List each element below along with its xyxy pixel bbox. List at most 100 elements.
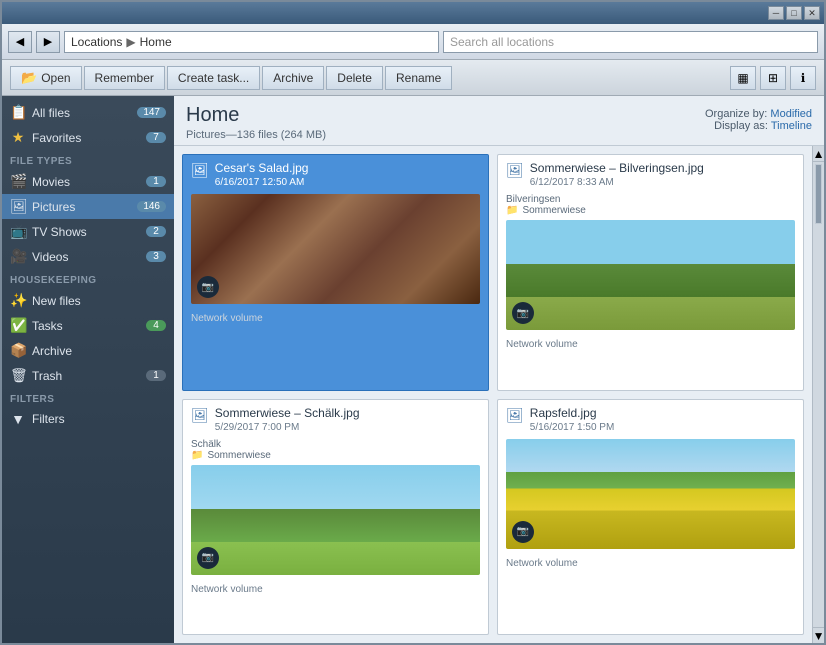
file-preview-4: 📷 <box>506 439 795 549</box>
sidebar-item-pictures[interactable]: 🖼 Pictures 146 <box>2 194 174 219</box>
file-name-4: Rapsfeld.jpg <box>530 406 615 420</box>
file-date-3: 5/29/2017 7:00 PM <box>215 422 360 433</box>
breadcrumb-home[interactable]: Home <box>140 35 172 49</box>
breadcrumb-separator: ▶ <box>126 35 135 49</box>
delete-button[interactable]: Delete <box>326 66 383 90</box>
pictures-badge: 146 <box>137 201 166 212</box>
close-button[interactable]: ✕ <box>804 6 820 20</box>
file-image-3 <box>191 465 480 575</box>
forward-button[interactable]: ▶ <box>36 31 60 53</box>
open-icon: 📂 <box>21 70 37 86</box>
file-sub-location-2a: Bilveringsen <box>506 194 795 205</box>
filters-label: Filters <box>32 412 65 426</box>
file-card-bilveringsen[interactable]: 🖼 Sommerwiese – Bilveringsen.jpg 6/12/20… <box>497 154 804 391</box>
file-name-1: Cesar's Salad.jpg <box>215 161 309 175</box>
videos-label: Videos <box>32 250 68 264</box>
main-area: 📋 All files 147 ★ Favorites 7 FILE TYPES… <box>2 96 824 643</box>
tv-shows-label: TV Shows <box>32 225 87 239</box>
sidebar-item-trash[interactable]: 🗑 Trash 1 <box>2 363 174 388</box>
file-card-rapsfeld[interactable]: 🖼 Rapsfeld.jpg 5/16/2017 1:50 PM 📷 Netwo… <box>497 399 804 636</box>
display-value[interactable]: Timeline <box>771 120 812 132</box>
file-footer-2: Network volume <box>498 336 803 356</box>
open-button[interactable]: 📂 Open <box>10 66 82 90</box>
scrollbar-down[interactable]: ▼ <box>813 627 824 643</box>
scrollbar-up[interactable]: ▲ <box>813 146 824 162</box>
file-footer-1: Network volume <box>183 310 488 330</box>
file-footer-3: Network volume <box>183 581 488 601</box>
page-title: Home <box>186 104 326 127</box>
file-type-icon-2: 🖼 <box>506 162 524 179</box>
sidebar-item-movies[interactable]: 🎬 Movies 1 <box>2 169 174 194</box>
tasks-badge: 4 <box>146 320 166 331</box>
file-sub-location-3a: Schälk <box>191 439 480 450</box>
file-card-header-3: 🖼 Sommerwiese – Schälk.jpg 5/29/2017 7:0… <box>183 400 488 439</box>
sidebar-item-all-files[interactable]: 📋 All files 147 <box>2 100 174 125</box>
maximize-button[interactable]: □ <box>786 6 802 20</box>
sidebar-item-tv-shows[interactable]: 📺 TV Shows 2 <box>2 219 174 244</box>
display-label: Display as: <box>714 120 768 132</box>
create-task-label: Create task... <box>178 71 249 85</box>
file-location-1: Network volume <box>191 313 263 324</box>
toolbar-right-buttons: ▦ ⊞ ℹ <box>730 66 816 90</box>
view-icon-1[interactable]: ▦ <box>730 66 756 90</box>
file-card-schalk[interactable]: 🖼 Sommerwiese – Schälk.jpg 5/29/2017 7:0… <box>182 399 489 636</box>
minimize-button[interactable]: ─ <box>768 6 784 20</box>
file-type-icon-1: 🖼 <box>191 162 209 179</box>
all-files-icon: 📋 <box>10 104 26 121</box>
sidebar-item-filters[interactable]: ▼ Filters <box>2 407 174 431</box>
file-footer-4: Network volume <box>498 555 803 575</box>
camera-badge-3: 📷 <box>197 547 219 569</box>
app-window: ─ □ ✕ ◀ ▶ Locations ▶ Home Search all lo… <box>0 0 826 645</box>
file-date-2: 6/12/2017 8:33 AM <box>530 177 704 188</box>
navbar: ◀ ▶ Locations ▶ Home Search all location… <box>2 24 824 60</box>
sidebar-item-videos[interactable]: 🎥 Videos 3 <box>2 244 174 269</box>
breadcrumb-locations[interactable]: Locations <box>71 35 122 49</box>
organize-value[interactable]: Modified <box>770 108 812 120</box>
info-button[interactable]: ℹ <box>790 66 816 90</box>
rename-button[interactable]: Rename <box>385 66 452 90</box>
favorites-badge: 7 <box>146 132 166 143</box>
organize-label: Organize by: <box>705 108 767 120</box>
camera-badge-1: 📷 <box>197 276 219 298</box>
file-card-cesars-salad[interactable]: 🖼 Cesar's Salad.jpg 6/16/2017 12:50 AM 📷 <box>182 154 489 391</box>
organize-row: Organize by: Modified <box>705 108 812 120</box>
housekeeping-section: HOUSEKEEPING <box>2 269 174 288</box>
rename-label: Rename <box>396 71 441 85</box>
sidebar-item-archive[interactable]: 📦 Archive <box>2 338 174 363</box>
breadcrumb[interactable]: Locations ▶ Home <box>64 31 439 53</box>
file-card-header-4: 🖼 Rapsfeld.jpg 5/16/2017 1:50 PM <box>498 400 803 439</box>
file-card-header-2: 🖼 Sommerwiese – Bilveringsen.jpg 6/12/20… <box>498 155 803 194</box>
display-row: Display as: Timeline <box>705 120 812 132</box>
file-type-icon-3: 🖼 <box>191 407 209 424</box>
folder-icon-3: 📁 <box>191 450 203 461</box>
file-preview-2: 📷 <box>506 220 795 330</box>
delete-label: Delete <box>337 71 372 85</box>
scrollbar[interactable]: ▲ ▼ <box>812 146 824 643</box>
sidebar-item-new-files[interactable]: ✨ New files <box>2 288 174 313</box>
view-icon-2[interactable]: ⊞ <box>760 66 786 90</box>
tv-shows-icon: 📺 <box>10 223 26 240</box>
file-types-section: FILE TYPES <box>2 150 174 169</box>
tasks-label: Tasks <box>32 319 63 333</box>
movies-badge: 1 <box>146 176 166 187</box>
search-input[interactable]: Search all locations <box>443 31 818 53</box>
toolbar: 📂 Open Remember Create task... Archive D… <box>2 60 824 96</box>
file-sub-info-2: Bilveringsen 📁 Sommerwiese <box>498 194 803 220</box>
sidebar-item-tasks[interactable]: ✅ Tasks 4 <box>2 313 174 338</box>
back-button[interactable]: ◀ <box>8 31 32 53</box>
tasks-icon: ✅ <box>10 317 26 334</box>
file-sub-info-3: Schälk 📁 Sommerwiese <box>183 439 488 465</box>
remember-button[interactable]: Remember <box>84 66 165 90</box>
scrollbar-thumb[interactable] <box>815 164 822 224</box>
videos-icon: 🎥 <box>10 248 26 265</box>
archive-toolbar-button[interactable]: Archive <box>262 66 324 90</box>
scrollbar-track <box>813 226 824 627</box>
pictures-icon: 🖼 <box>10 198 26 215</box>
open-label: Open <box>41 71 70 85</box>
file-location-3: Network volume <box>191 584 263 595</box>
archive-label: Archive <box>32 344 72 358</box>
create-task-button[interactable]: Create task... <box>167 66 260 90</box>
file-grid: 🖼 Cesar's Salad.jpg 6/16/2017 12:50 AM 📷 <box>174 146 812 643</box>
archive-label: Archive <box>273 71 313 85</box>
sidebar-item-favorites[interactable]: ★ Favorites 7 <box>2 125 174 150</box>
